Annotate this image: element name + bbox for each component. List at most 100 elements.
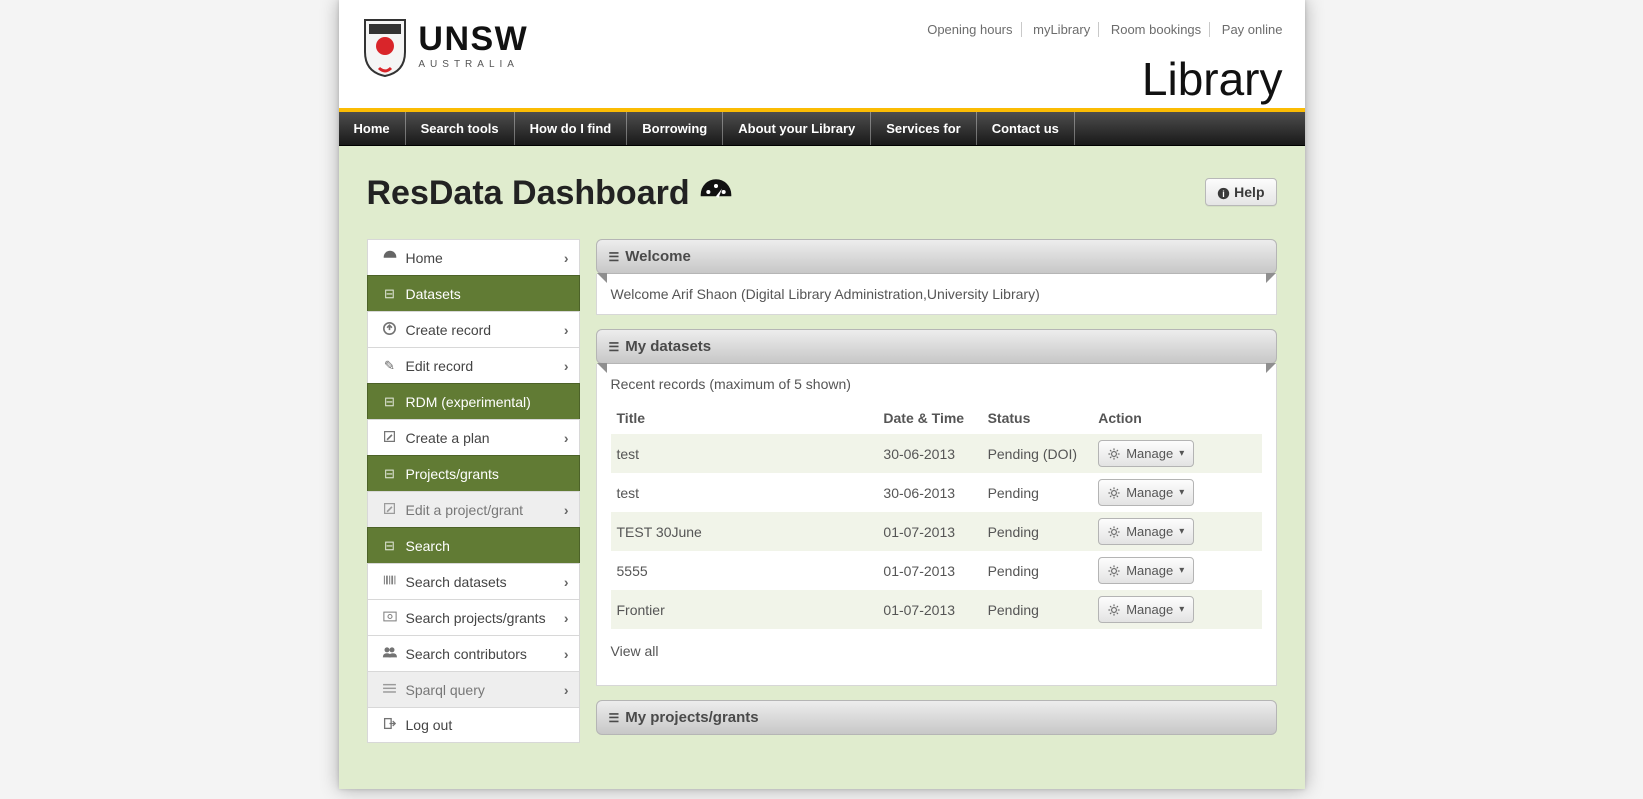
page-title: ResData Dashboard (367, 174, 734, 213)
col-title: Title (611, 402, 878, 434)
top-link-opening-hours[interactable]: Opening hours (919, 22, 1021, 37)
table-row: test30-06-2013PendingManage▾ (611, 473, 1262, 512)
dashboard-icon (699, 177, 733, 207)
panel-datasets-head[interactable]: ☰My datasets (596, 329, 1277, 364)
minus-icon: ⊟ (382, 466, 398, 482)
dashboard-small-icon (382, 250, 398, 265)
sidebar-edit-project[interactable]: Edit a project/grant› (367, 491, 580, 527)
sidebar-search-contributors[interactable]: Search contributors› (367, 635, 580, 671)
org-logo-text: UNSW AUSTRALIA (418, 22, 528, 70)
svg-text:i: i (1223, 189, 1225, 199)
money-icon (382, 610, 398, 625)
datasets-table: Title Date & Time Status Action test30-0… (611, 402, 1262, 629)
panel-projects-head[interactable]: ☰My projects/grants (596, 700, 1277, 735)
sidebar-search-datasets[interactable]: Search datasets› (367, 563, 580, 599)
cell-date: 30-06-2013 (877, 434, 981, 473)
crest-icon (361, 18, 409, 78)
col-status: Status (982, 402, 1093, 434)
gear-icon (1108, 526, 1120, 538)
chevron-right-icon: › (564, 682, 569, 698)
nav-search-tools[interactable]: Search tools (406, 112, 515, 145)
top-links: Opening hours myLibrary Room bookings Pa… (919, 22, 1282, 37)
chevron-right-icon: › (564, 574, 569, 590)
caret-down-icon: ▾ (1179, 487, 1184, 498)
caret-down-icon: ▾ (1179, 526, 1184, 537)
main-nav: Home Search tools How do I find Borrowin… (339, 112, 1305, 146)
hamburger-icon: ☰ (609, 340, 620, 354)
chevron-right-icon: › (564, 322, 569, 338)
manage-button[interactable]: Manage▾ (1098, 518, 1194, 545)
manage-button[interactable]: Manage▾ (1098, 440, 1194, 467)
cell-date: 30-06-2013 (877, 473, 981, 512)
gear-icon (1108, 604, 1120, 616)
caret-down-icon: ▾ (1179, 565, 1184, 576)
chevron-right-icon: › (564, 646, 569, 662)
caret-down-icon: ▾ (1179, 604, 1184, 615)
sidebar-search-projects[interactable]: Search projects/grants› (367, 599, 580, 635)
upload-icon (382, 322, 398, 338)
gear-icon (1108, 487, 1120, 499)
chevron-right-icon: › (564, 502, 569, 518)
sidebar-logout[interactable]: Log out (367, 707, 580, 743)
minus-icon: ⊟ (382, 394, 398, 410)
help-button[interactable]: i Help (1205, 178, 1276, 206)
table-row: TEST 30June01-07-2013PendingManage▾ (611, 512, 1262, 551)
barcode-icon (382, 574, 398, 589)
sidebar-section-projects[interactable]: ⊟ Projects/grants (367, 455, 580, 491)
welcome-text: Welcome Arif Shaon (Digital Library Admi… (611, 286, 1262, 302)
top-link-room-bookings[interactable]: Room bookings (1103, 22, 1210, 37)
sidebar-create-plan[interactable]: Create a plan› (367, 419, 580, 455)
table-row: test30-06-2013Pending (DOI)Manage▾ (611, 434, 1262, 473)
sidebar-section-search[interactable]: ⊟ Search (367, 527, 580, 563)
users-icon (382, 646, 398, 661)
hamburger-icon: ☰ (609, 711, 620, 725)
sidebar-sparql[interactable]: Sparql query› (367, 671, 580, 707)
sidebar-create-record[interactable]: Create record› (367, 311, 580, 347)
cell-status: Pending (982, 473, 1093, 512)
logout-icon (382, 717, 398, 733)
library-title: Library (1142, 52, 1283, 106)
chevron-right-icon: › (564, 250, 569, 266)
edit-icon (382, 502, 398, 518)
col-date: Date & Time (877, 402, 981, 434)
gear-icon (1108, 448, 1120, 460)
nav-borrowing[interactable]: Borrowing (627, 112, 723, 145)
nav-contact-us[interactable]: Contact us (977, 112, 1075, 145)
sidebar-edit-record[interactable]: ✎ Edit record› (367, 347, 580, 383)
hamburger-icon: ☰ (609, 250, 620, 264)
sidebar-section-rdm[interactable]: ⊟ RDM (experimental) (367, 383, 580, 419)
cell-date: 01-07-2013 (877, 512, 981, 551)
col-action: Action (1092, 402, 1261, 434)
sidebar: Home› ⊟ Datasets Create record› ✎ Edit r… (367, 239, 580, 743)
recent-records-label: Recent records (maximum of 5 shown) (611, 376, 1262, 392)
manage-button[interactable]: Manage▾ (1098, 479, 1194, 506)
cell-status: Pending (982, 590, 1093, 629)
sidebar-home[interactable]: Home› (367, 239, 580, 275)
chevron-right-icon: › (564, 358, 569, 374)
pencil-icon: ✎ (382, 358, 398, 374)
chevron-right-icon: › (564, 430, 569, 446)
gear-icon (1108, 565, 1120, 577)
panel-welcome-head[interactable]: ☰Welcome (596, 239, 1277, 274)
sidebar-section-datasets[interactable]: ⊟ Datasets (367, 275, 580, 311)
minus-icon: ⊟ (382, 286, 398, 302)
manage-button[interactable]: Manage▾ (1098, 596, 1194, 623)
info-icon: i (1217, 187, 1230, 200)
cell-date: 01-07-2013 (877, 590, 981, 629)
table-row: 555501-07-2013PendingManage▾ (611, 551, 1262, 590)
cell-status: Pending (982, 512, 1093, 551)
cell-date: 01-07-2013 (877, 551, 981, 590)
manage-button[interactable]: Manage▾ (1098, 557, 1194, 584)
nav-how-do-i-find[interactable]: How do I find (515, 112, 628, 145)
cell-title: 5555 (611, 551, 878, 590)
cell-status: Pending (DOI) (982, 434, 1093, 473)
top-link-pay-online[interactable]: Pay online (1214, 22, 1283, 37)
list-icon (382, 682, 398, 697)
nav-about-library[interactable]: About your Library (723, 112, 871, 145)
top-link-mylibrary[interactable]: myLibrary (1025, 22, 1099, 37)
nav-services-for[interactable]: Services for (871, 112, 976, 145)
nav-home[interactable]: Home (339, 112, 406, 145)
view-all-link[interactable]: View all (611, 643, 659, 659)
cell-title: test (611, 473, 878, 512)
chevron-right-icon: › (564, 610, 569, 626)
